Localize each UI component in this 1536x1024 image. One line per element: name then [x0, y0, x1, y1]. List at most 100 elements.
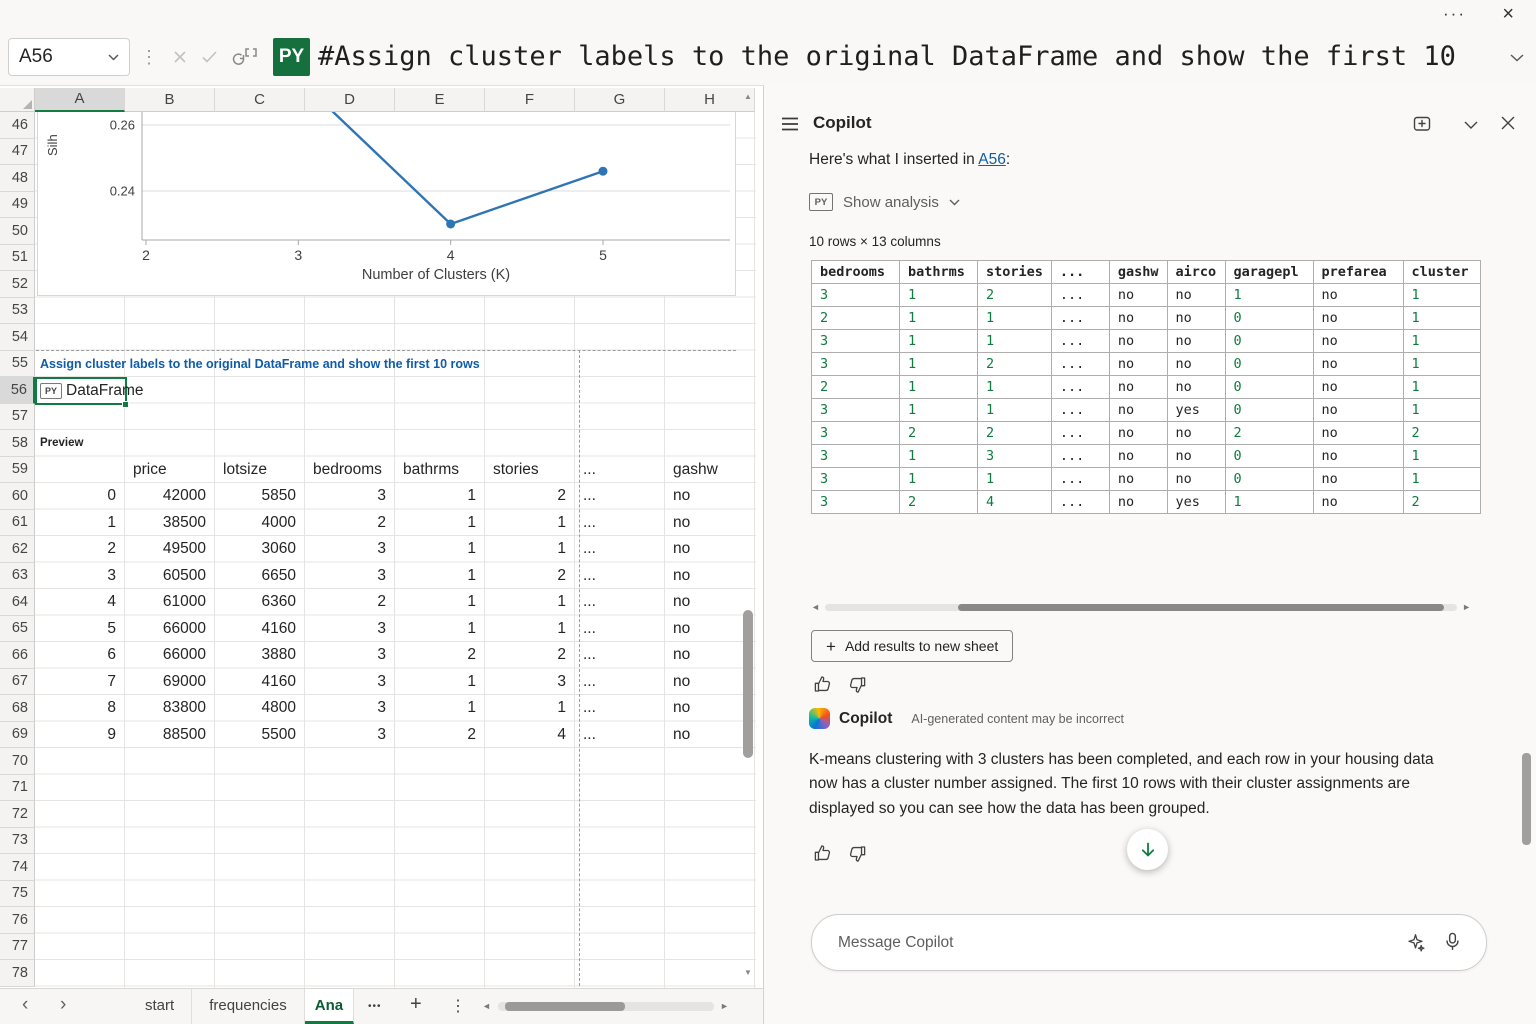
menu-icon[interactable]	[781, 117, 799, 131]
scroll-up-icon[interactable]: ▲	[740, 90, 756, 104]
row-header-70[interactable]: 70	[0, 748, 35, 775]
formula-input[interactable]: #Assign cluster labels to the original D…	[318, 38, 1496, 76]
silhouette-chart[interactable]: 0.260.242345 Number of Clusters (K) Silh	[37, 112, 736, 296]
column-header-G[interactable]: G	[575, 88, 665, 112]
new-chat-icon[interactable]	[1412, 115, 1433, 135]
grid-horizontal-scrollbar[interactable]	[498, 1002, 714, 1011]
hscroll-right-icon[interactable]: ►	[1462, 602, 1471, 612]
scrollbar-track[interactable]	[825, 604, 1457, 611]
row-header-62[interactable]: 62	[0, 536, 35, 563]
cell-link-a56[interactable]: A56	[978, 151, 1006, 168]
row-header-57[interactable]: 57	[0, 404, 35, 431]
preview-row: 9885005500324...no	[35, 722, 755, 749]
row-header-64[interactable]: 64	[0, 589, 35, 616]
column-headers: ABCDEFGH	[35, 88, 755, 112]
thumbs-down-icon[interactable]	[848, 675, 867, 694]
row-header-76[interactable]: 76	[0, 907, 35, 934]
preview-cell: 66000	[125, 616, 215, 643]
row-header-49[interactable]: 49	[0, 192, 35, 219]
row-header-72[interactable]: 72	[0, 801, 35, 828]
hscrollbar-thumb[interactable]	[505, 1002, 625, 1011]
preview-cell: 3	[305, 695, 395, 722]
close-panel-icon[interactable]	[1501, 116, 1515, 130]
fill-handle[interactable]	[122, 401, 129, 408]
row-header-59[interactable]: 59	[0, 457, 35, 484]
result-header-garagepl: garagepl	[1225, 261, 1313, 284]
column-header-C[interactable]: C	[215, 88, 305, 112]
show-analysis-toggle[interactable]: PY Show analysis	[809, 193, 960, 211]
row-header-73[interactable]: 73	[0, 828, 35, 855]
window-more-icon[interactable]: ···	[1443, 0, 1466, 28]
row-header-55[interactable]: 55	[0, 351, 35, 378]
tabs-nav-right-icon[interactable]: ›	[60, 994, 66, 1016]
panel-scrollbar-thumb[interactable]	[1522, 753, 1531, 845]
column-header-B[interactable]: B	[125, 88, 215, 112]
copilot-input[interactable]	[811, 914, 1487, 971]
column-header-F[interactable]: F	[485, 88, 575, 112]
active-cell-a56[interactable]: PY DataFrame	[35, 377, 127, 405]
hscroll-left-icon[interactable]: ◄	[482, 1001, 491, 1011]
row-header-52[interactable]: 52	[0, 271, 35, 298]
sheet-tab-start[interactable]: start	[128, 989, 192, 1024]
hscroll-left-icon[interactable]: ◄	[811, 602, 820, 612]
sheet-options-icon[interactable]: ⋮	[450, 996, 466, 1016]
sheet-tab-frequencies[interactable]: frequencies	[192, 989, 305, 1024]
add-results-button[interactable]: + Add results to new sheet	[811, 630, 1013, 662]
scroll-down-icon[interactable]: ▼	[740, 966, 756, 980]
hscroll-right-icon[interactable]: ►	[720, 1001, 729, 1011]
scrollbar-thumb[interactable]	[958, 604, 1445, 611]
row-header-66[interactable]: 66	[0, 642, 35, 669]
confirm-icon[interactable]	[202, 51, 217, 63]
row-header-68[interactable]: 68	[0, 695, 35, 722]
row-header-65[interactable]: 65	[0, 616, 35, 643]
thumbs-up-icon[interactable]	[813, 675, 832, 694]
row-header-58[interactable]: 58	[0, 430, 35, 457]
row-header-69[interactable]: 69	[0, 722, 35, 749]
row-header-50[interactable]: 50	[0, 218, 35, 245]
result-table-scrollbar[interactable]: ◄ ►	[811, 601, 1471, 613]
row-header-48[interactable]: 48	[0, 165, 35, 192]
row-header-51[interactable]: 51	[0, 245, 35, 272]
prompt-guide-icon[interactable]	[1406, 933, 1425, 952]
row-header-60[interactable]: 60	[0, 483, 35, 510]
row-header-78[interactable]: 78	[0, 960, 35, 987]
scroll-to-bottom-button[interactable]	[1127, 829, 1168, 870]
row-header-67[interactable]: 67	[0, 669, 35, 696]
row-header-71[interactable]: 71	[0, 775, 35, 802]
vscrollbar-thumb[interactable]	[743, 610, 753, 758]
expand-formula-bar-icon[interactable]	[1510, 54, 1524, 62]
thumbs-down-icon[interactable]	[848, 844, 867, 863]
row-header-61[interactable]: 61	[0, 510, 35, 537]
tabs-nav-left-icon[interactable]: ‹	[22, 994, 28, 1016]
chevron-down-icon[interactable]	[108, 54, 119, 61]
row-header-56[interactable]: 56	[0, 377, 35, 404]
row-header-54[interactable]: 54	[0, 324, 35, 351]
add-sheet-icon[interactable]: +	[410, 993, 422, 1016]
column-header-A[interactable]: A	[35, 88, 125, 112]
python-editor-icon[interactable]	[232, 46, 260, 68]
sheet-tab-Ana[interactable]: Ana	[305, 989, 354, 1024]
microphone-icon[interactable]	[1443, 932, 1462, 951]
row-header-75[interactable]: 75	[0, 881, 35, 908]
preview-cell: 69000	[125, 669, 215, 696]
column-header-D[interactable]: D	[305, 88, 395, 112]
window-close-icon[interactable]: ×	[1502, 0, 1514, 28]
chevron-down-icon[interactable]	[1464, 121, 1478, 129]
row-header-53[interactable]: 53	[0, 298, 35, 325]
name-box[interactable]: A56	[8, 38, 130, 76]
chart-yaxis-title: Silh	[45, 110, 60, 156]
row-header-47[interactable]: 47	[0, 139, 35, 166]
tab-overflow-icon[interactable]: •••	[368, 1001, 382, 1012]
row-header-74[interactable]: 74	[0, 854, 35, 881]
row-header-77[interactable]: 77	[0, 934, 35, 961]
preview-cell: 49500	[125, 536, 215, 563]
row-header-46[interactable]: 46	[0, 112, 35, 139]
column-header-E[interactable]: E	[395, 88, 485, 112]
result-row: 211...nono0no1	[812, 376, 1481, 399]
select-all-corner[interactable]	[0, 88, 35, 112]
thumbs-up-icon[interactable]	[813, 844, 832, 863]
row-header-63[interactable]: 63	[0, 563, 35, 590]
copilot-attribution: Copilot AI-generated content may be inco…	[809, 708, 1124, 729]
grid-vertical-scrollbar[interactable]: ▲ ▼	[740, 88, 756, 986]
cancel-icon[interactable]	[173, 50, 187, 64]
